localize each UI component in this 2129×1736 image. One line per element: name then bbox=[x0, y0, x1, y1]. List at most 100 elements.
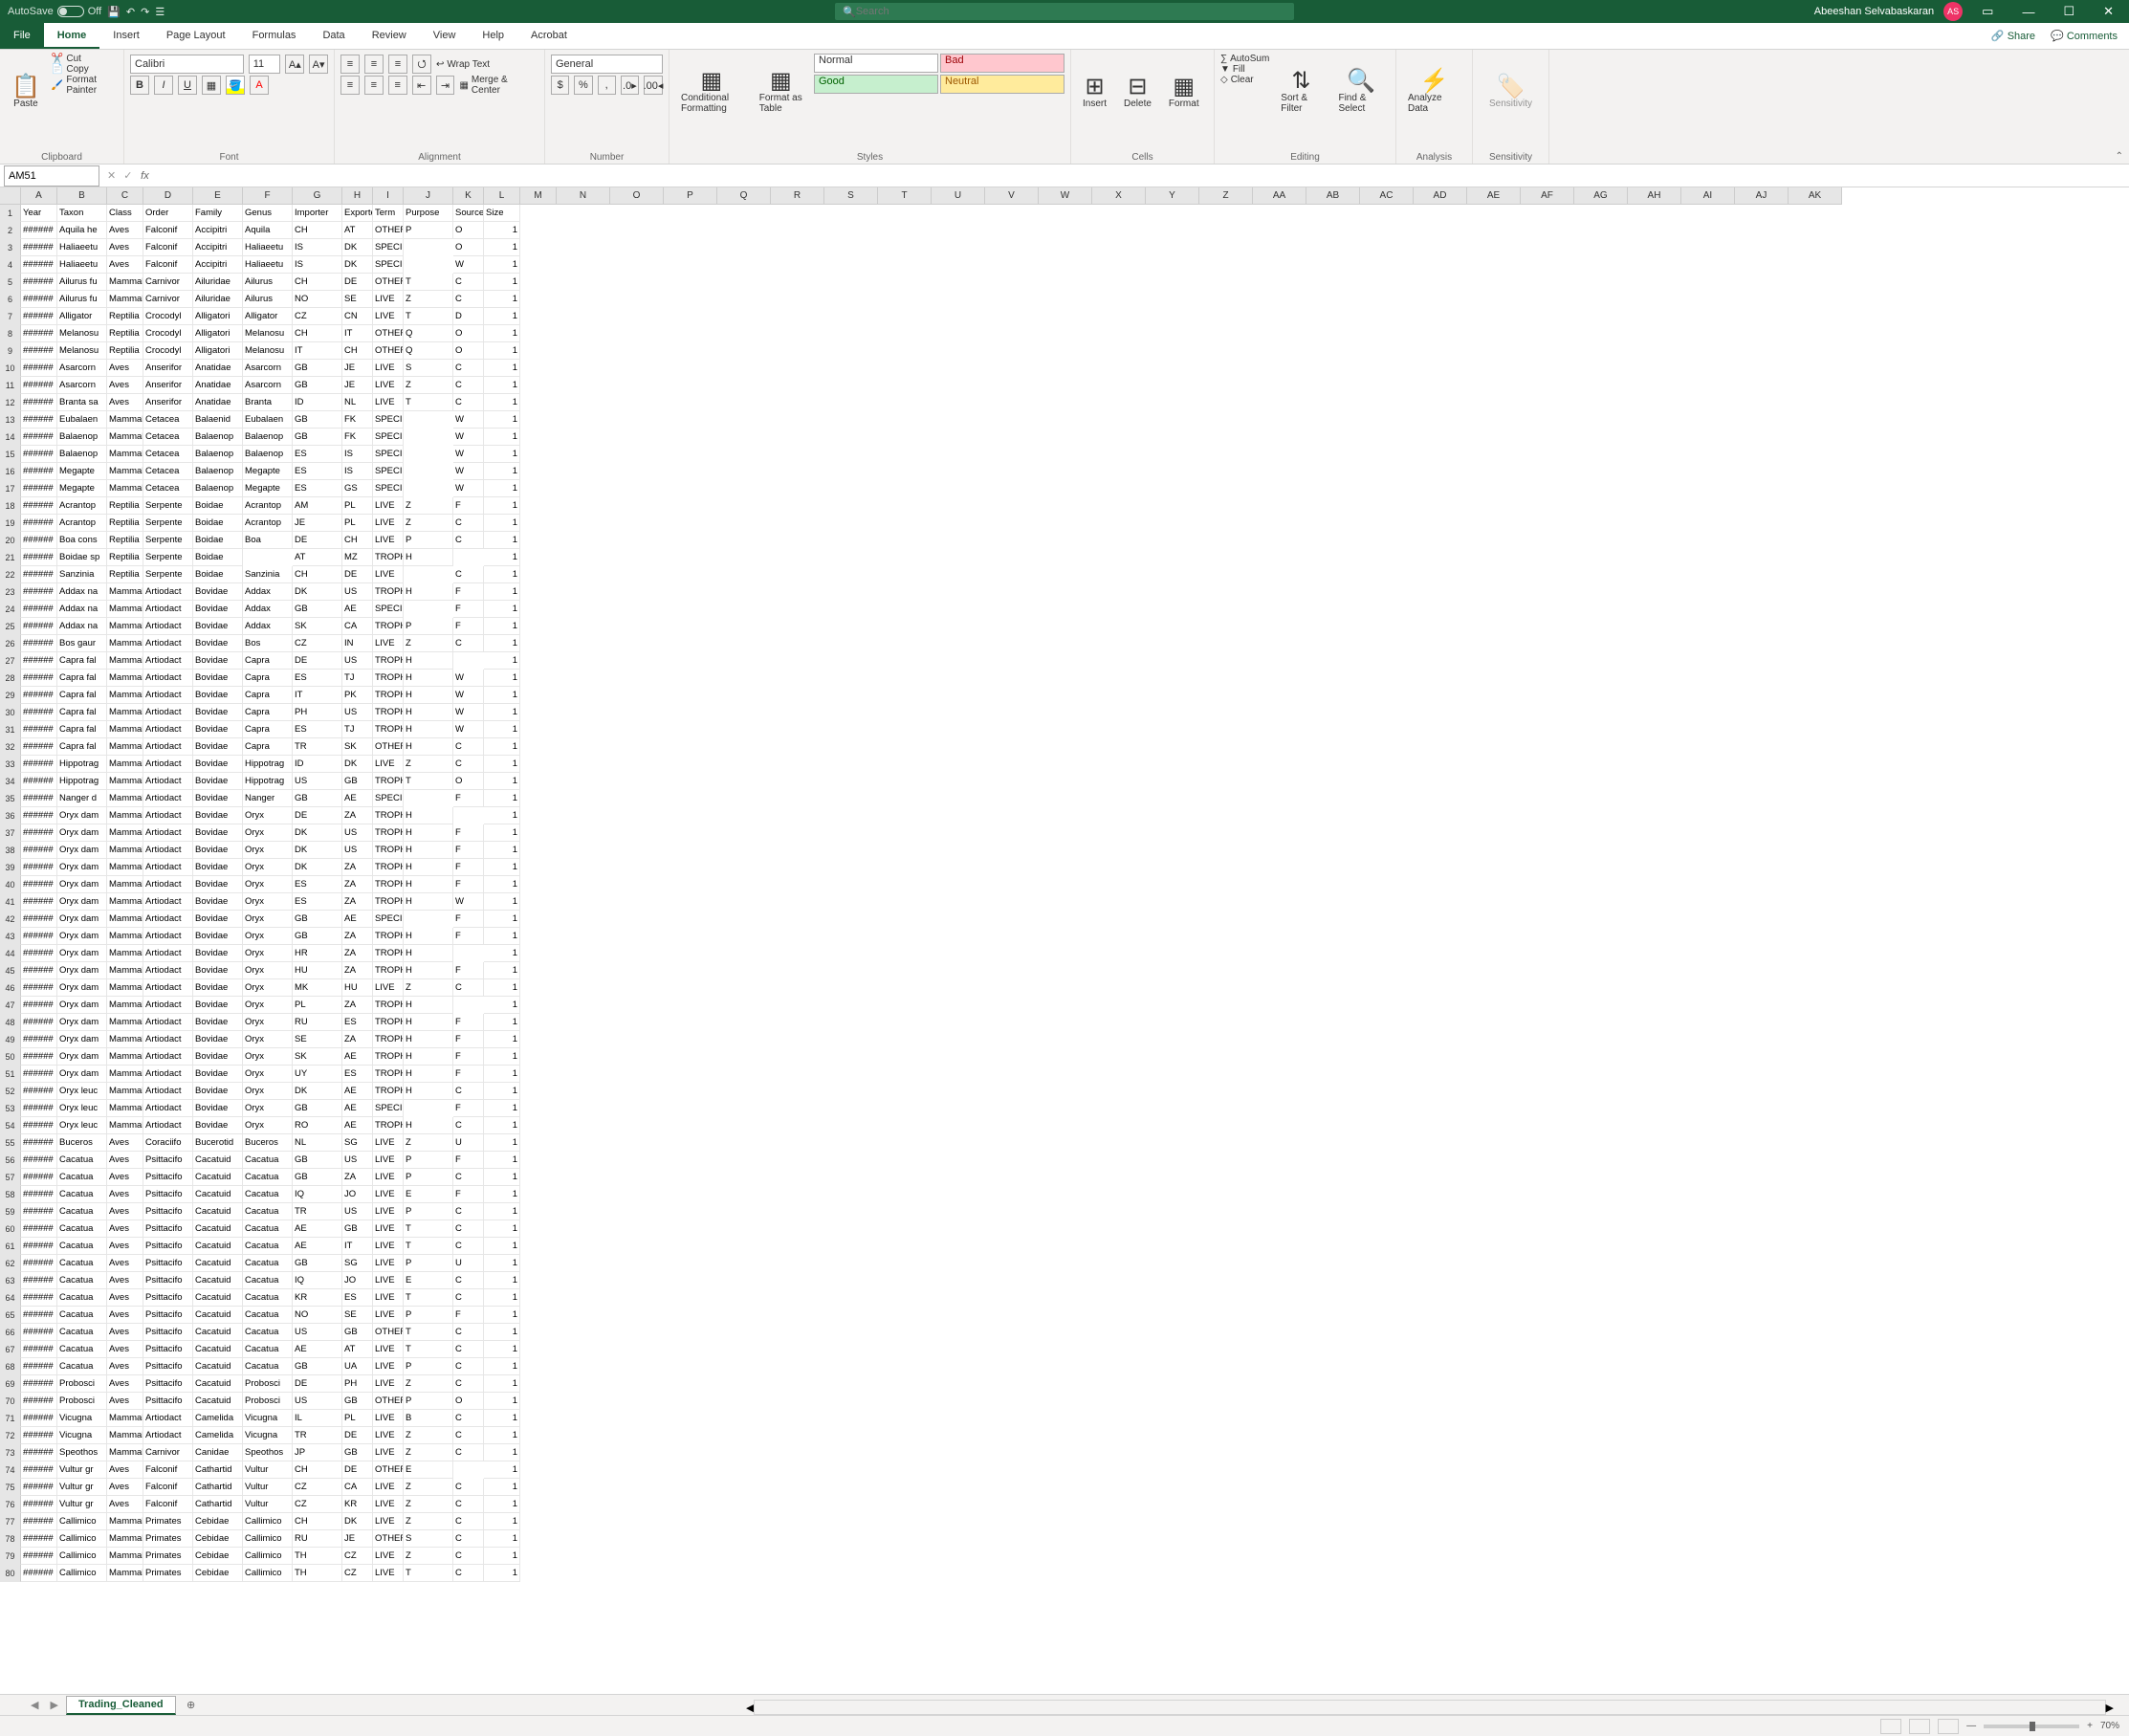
cell[interactable]: Falconif bbox=[143, 256, 193, 274]
cell[interactable]: U bbox=[453, 1134, 484, 1152]
cell[interactable]: ###### bbox=[21, 411, 57, 429]
cell[interactable]: Boidae bbox=[193, 532, 243, 549]
cell[interactable]: Oryx bbox=[243, 979, 293, 997]
cell[interactable]: HU bbox=[293, 962, 342, 979]
cell[interactable]: Bovidae bbox=[193, 1031, 243, 1048]
cell[interactable]: ###### bbox=[21, 1410, 57, 1427]
column-header[interactable]: C bbox=[107, 187, 143, 205]
cell[interactable]: Reptilia bbox=[107, 515, 143, 532]
cell[interactable]: Serpente bbox=[143, 497, 193, 515]
comments-button[interactable]: 💬 Comments bbox=[2051, 30, 2118, 42]
cell[interactable]: Cacatua bbox=[57, 1238, 107, 1255]
cell[interactable]: Aves bbox=[107, 1393, 143, 1410]
cell[interactable]: Artiodact bbox=[143, 1048, 193, 1066]
cell[interactable]: H bbox=[404, 997, 453, 1014]
cell[interactable]: Genus bbox=[243, 205, 293, 222]
cell[interactable]: DE bbox=[293, 1375, 342, 1393]
cell[interactable]: Capra fal bbox=[57, 687, 107, 704]
cell[interactable]: Haliaeetu bbox=[243, 256, 293, 274]
cell[interactable]: H bbox=[404, 549, 453, 566]
cell[interactable]: Mammali bbox=[107, 429, 143, 446]
cell[interactable]: Aves bbox=[107, 1134, 143, 1152]
cell[interactable]: 1 bbox=[484, 1169, 520, 1186]
percent-icon[interactable]: % bbox=[574, 76, 592, 95]
cell[interactable]: LIVE bbox=[373, 1203, 404, 1220]
cell[interactable]: ###### bbox=[21, 670, 57, 687]
cell[interactable]: Psittacifo bbox=[143, 1307, 193, 1324]
cell[interactable]: CH bbox=[293, 325, 342, 342]
cell[interactable]: 1 bbox=[484, 274, 520, 291]
row-header[interactable]: 23 bbox=[0, 583, 21, 601]
cell[interactable]: F bbox=[453, 859, 484, 876]
cell[interactable]: 1 bbox=[484, 1393, 520, 1410]
cell[interactable]: JP bbox=[293, 1444, 342, 1461]
cell[interactable]: ###### bbox=[21, 945, 57, 962]
cell[interactable]: CA bbox=[342, 1479, 373, 1496]
cell[interactable]: F bbox=[453, 583, 484, 601]
cell[interactable]: TROPHIE bbox=[373, 876, 404, 893]
cell[interactable]: TROPHIE bbox=[373, 997, 404, 1014]
share-button[interactable]: 🔗 Share bbox=[1991, 30, 2035, 42]
row-header[interactable]: 13 bbox=[0, 411, 21, 429]
cell[interactable]: W bbox=[453, 256, 484, 274]
cell[interactable]: OTHER bbox=[373, 1530, 404, 1548]
cell[interactable]: Cebidae bbox=[193, 1513, 243, 1530]
cell[interactable]: IS bbox=[342, 463, 373, 480]
row-header[interactable]: 49 bbox=[0, 1031, 21, 1048]
cell[interactable]: Megapte bbox=[243, 463, 293, 480]
cell[interactable]: W bbox=[453, 721, 484, 738]
cell[interactable]: Boidae bbox=[193, 515, 243, 532]
cell[interactable]: Speothos bbox=[243, 1444, 293, 1461]
cell[interactable]: LIVE bbox=[373, 979, 404, 997]
cell[interactable]: OTHER bbox=[373, 325, 404, 342]
cell[interactable]: 1 bbox=[484, 566, 520, 583]
row-header[interactable]: 74 bbox=[0, 1461, 21, 1479]
cell[interactable]: Oryx dam bbox=[57, 1048, 107, 1066]
cell[interactable]: 1 bbox=[484, 893, 520, 911]
cell[interactable]: Order bbox=[143, 205, 193, 222]
orientation-icon[interactable]: ⭯ bbox=[412, 55, 431, 74]
cell[interactable]: Reptilia bbox=[107, 497, 143, 515]
cell[interactable]: ###### bbox=[21, 738, 57, 756]
cell[interactable]: Oryx dam bbox=[57, 979, 107, 997]
cell[interactable]: Aves bbox=[107, 1358, 143, 1375]
cell[interactable]: P bbox=[404, 1203, 453, 1220]
row-header[interactable]: 4 bbox=[0, 256, 21, 274]
cell[interactable]: T bbox=[404, 773, 453, 790]
cell[interactable]: Z bbox=[404, 1548, 453, 1565]
cell[interactable]: Aquila bbox=[243, 222, 293, 239]
cell[interactable]: ###### bbox=[21, 1048, 57, 1066]
cell[interactable]: ###### bbox=[21, 446, 57, 463]
cell[interactable]: Balaenop bbox=[193, 446, 243, 463]
cell[interactable]: Cacatua bbox=[243, 1186, 293, 1203]
cell[interactable]: RU bbox=[293, 1014, 342, 1031]
cell[interactable]: ###### bbox=[21, 1117, 57, 1134]
cell[interactable]: Capra bbox=[243, 738, 293, 756]
cell[interactable]: Cacatua bbox=[57, 1186, 107, 1203]
cell[interactable]: Artiodact bbox=[143, 893, 193, 911]
column-header[interactable]: E bbox=[193, 187, 243, 205]
row-header[interactable]: 63 bbox=[0, 1272, 21, 1289]
cell[interactable]: Capra bbox=[243, 704, 293, 721]
row-header[interactable]: 20 bbox=[0, 532, 21, 549]
row-header[interactable]: 79 bbox=[0, 1548, 21, 1565]
cell[interactable]: H bbox=[404, 738, 453, 756]
cell[interactable]: 1 bbox=[484, 1461, 520, 1479]
row-header[interactable]: 31 bbox=[0, 721, 21, 738]
cell[interactable]: Aves bbox=[107, 1341, 143, 1358]
cell[interactable]: T bbox=[404, 1565, 453, 1582]
cell[interactable]: Anserifor bbox=[143, 377, 193, 394]
minimize-icon[interactable]: — bbox=[2012, 5, 2044, 19]
cell[interactable]: Z bbox=[404, 1513, 453, 1530]
cell[interactable]: Mammali bbox=[107, 670, 143, 687]
increase-decimal-icon[interactable]: .0▸ bbox=[621, 76, 639, 95]
align-bottom-icon[interactable]: ≡ bbox=[388, 55, 407, 74]
cell[interactable]: SPECIMES bbox=[373, 911, 404, 928]
cell[interactable]: Camelida bbox=[193, 1427, 243, 1444]
column-header[interactable]: X bbox=[1092, 187, 1146, 205]
cell[interactable]: Eubalaen bbox=[243, 411, 293, 429]
cell[interactable]: IL bbox=[293, 1410, 342, 1427]
cell[interactable]: ###### bbox=[21, 687, 57, 704]
cell[interactable]: US bbox=[293, 773, 342, 790]
cell[interactable]: Alligator bbox=[57, 308, 107, 325]
